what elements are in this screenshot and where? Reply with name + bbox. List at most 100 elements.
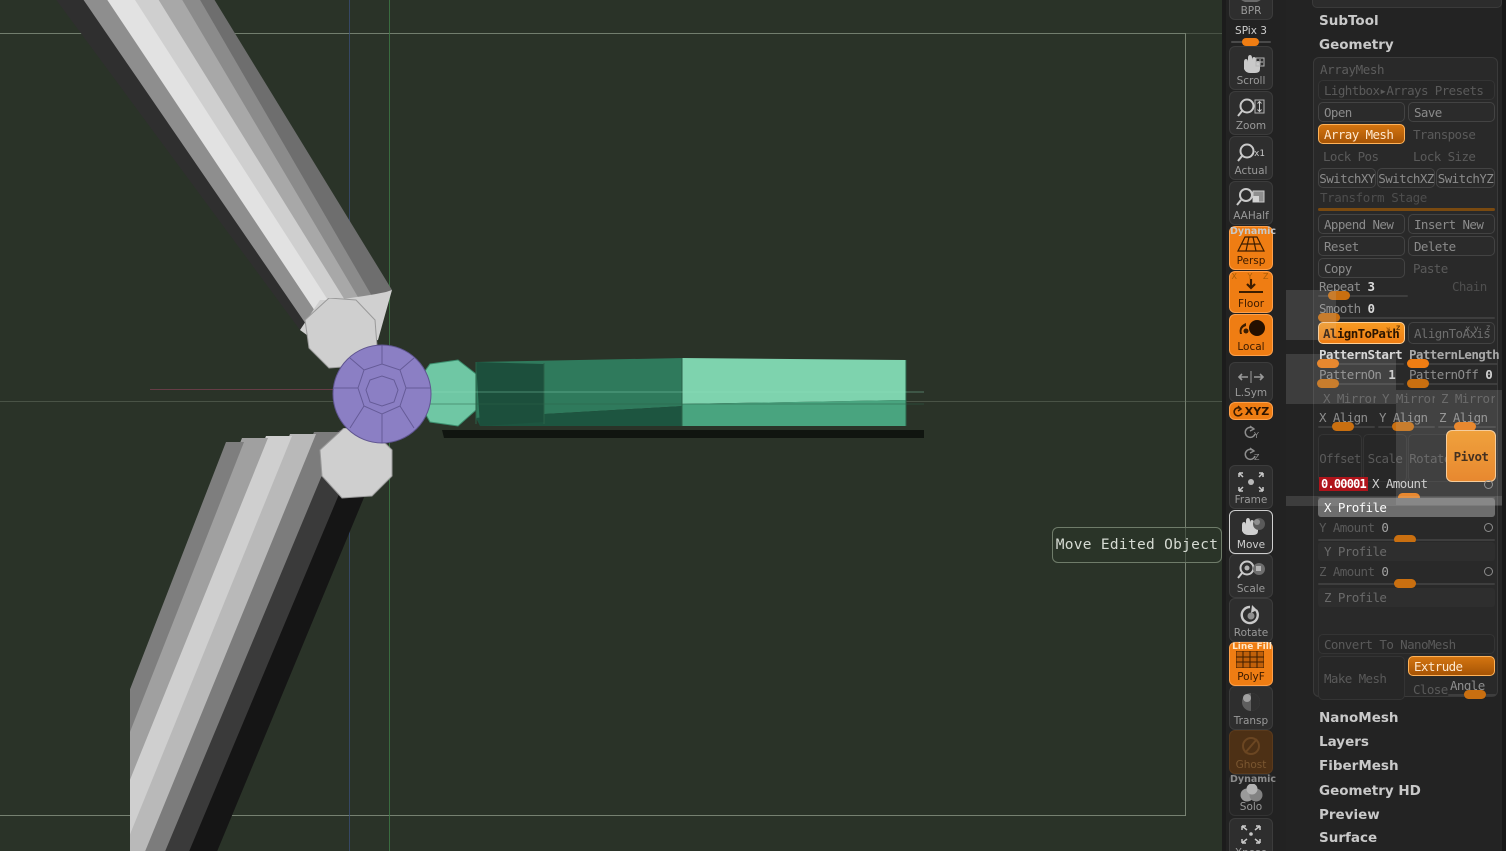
copy-button[interactable]: Copy: [1318, 258, 1405, 278]
delete-button[interactable]: Delete: [1408, 236, 1495, 256]
palette-preview[interactable]: Preview: [1286, 807, 1506, 823]
scroll-label: Scroll: [1236, 75, 1266, 87]
smooth-knob[interactable]: [1318, 313, 1340, 322]
local-pivot-icon: [1236, 318, 1266, 342]
palette-subtool[interactable]: SubTool: [1286, 13, 1506, 29]
polyf-button[interactable]: Line Fill PolyF: [1229, 642, 1273, 686]
save-button[interactable]: Save: [1408, 102, 1495, 122]
open-button[interactable]: Open: [1318, 102, 1405, 122]
solo-button[interactable]: Dynamic Solo: [1229, 774, 1276, 816]
array-mesh-toggle[interactable]: Array Mesh: [1318, 124, 1405, 144]
close-button[interactable]: Close: [1408, 678, 1451, 700]
extrude-button[interactable]: Extrude: [1408, 656, 1495, 676]
aahalf-button[interactable]: AAHalf: [1229, 181, 1273, 225]
lock-size-button[interactable]: Lock Size: [1408, 146, 1495, 166]
palette-fibermesh[interactable]: FiberMesh: [1286, 758, 1506, 774]
rotate-xyz-icon: [1233, 405, 1243, 417]
scale-button[interactable]: Scale: [1229, 554, 1273, 598]
panel-top-strip: [1312, 0, 1502, 8]
ghost-button[interactable]: Ghost: [1229, 730, 1273, 774]
convert-to-nanomesh-button[interactable]: Convert To NanoMesh: [1318, 634, 1495, 654]
x-profile-bar[interactable]: X Profile: [1318, 498, 1495, 517]
pattern-on-knob[interactable]: [1317, 379, 1339, 388]
x-align-knob[interactable]: [1332, 422, 1354, 431]
xpose-button[interactable]: Xpose: [1229, 818, 1273, 851]
offset-button[interactable]: Offset: [1318, 434, 1362, 482]
magnifier-updown-icon: [1236, 97, 1266, 121]
palette-surface[interactable]: Surface: [1286, 830, 1506, 846]
rotate-z-button[interactable]: Z: [1229, 446, 1273, 465]
y-mirror-button[interactable]: Y Mirror: [1377, 388, 1435, 408]
ghost-label: Ghost: [1235, 759, 1267, 771]
scroll-button[interactable]: Scroll: [1229, 46, 1273, 90]
local-button[interactable]: Local: [1229, 314, 1273, 356]
pattern-off-value: 0: [1485, 367, 1493, 382]
chain-button[interactable]: Chain: [1447, 276, 1495, 296]
align-to-axis-axes: x y: [1465, 324, 1478, 333]
edited-beam[interactable]: [419, 352, 924, 442]
arraymesh-group: ArrayMesh Lightbox▸Arrays Presets Open S…: [1313, 57, 1500, 700]
palette-geometry-hd[interactable]: Geometry HD: [1286, 783, 1506, 799]
zoom-button[interactable]: Zoom: [1229, 91, 1273, 135]
palette-geometry[interactable]: Geometry: [1286, 37, 1506, 53]
palette-layers[interactable]: Layers: [1286, 734, 1506, 750]
z-profile-bar[interactable]: Z Profile: [1318, 588, 1495, 607]
xyz-button[interactable]: XYZ: [1229, 402, 1273, 420]
palette-nanomesh[interactable]: NanoMesh: [1286, 710, 1506, 726]
paste-button[interactable]: Paste: [1408, 258, 1495, 278]
spix-knob[interactable]: [1242, 38, 1259, 46]
frame-button[interactable]: Frame: [1229, 465, 1273, 509]
bpr-label: BPR: [1240, 5, 1262, 17]
switchxy-button[interactable]: SwitchXY: [1318, 168, 1376, 188]
rotate-y-button[interactable]: Y: [1229, 424, 1273, 443]
pivot-sphere[interactable]: [332, 344, 432, 444]
bpr-render-button[interactable]: BPR: [1229, 0, 1273, 20]
floor-button[interactable]: X Y Z Floor: [1229, 271, 1273, 313]
y-amount-label: Y Amount: [1319, 520, 1375, 535]
floor-label: Floor: [1237, 298, 1265, 310]
make-mesh-button[interactable]: Make Mesh: [1318, 656, 1405, 700]
reset-button[interactable]: Reset: [1318, 236, 1405, 256]
y-amount-reset-icon[interactable]: [1484, 523, 1493, 532]
append-new-button[interactable]: Append New: [1318, 214, 1405, 234]
lsym-button[interactable]: L.Sym: [1229, 362, 1273, 402]
persp-button[interactable]: Dynamic Persp: [1229, 226, 1276, 270]
switchxz-button[interactable]: SwitchXZ: [1377, 168, 1435, 188]
switchyz-button[interactable]: SwitchYZ: [1436, 168, 1495, 188]
pattern-off-knob[interactable]: [1407, 379, 1429, 388]
transpose-button[interactable]: Transpose: [1408, 124, 1495, 144]
z-amount-reset-icon[interactable]: [1484, 567, 1493, 576]
aahalf-label: AAHalf: [1233, 210, 1269, 222]
align-to-axis-button[interactable]: AlignToAxis x y z: [1408, 322, 1495, 344]
align-to-path-axis-x: x: [1385, 325, 1391, 334]
lightbox-arrays-presets-button[interactable]: Lightbox▸Arrays Presets: [1318, 80, 1495, 100]
lock-pos-button[interactable]: Lock Pos: [1318, 146, 1405, 166]
angle-knob[interactable]: [1464, 690, 1486, 699]
actual-button[interactable]: x1 Actual: [1229, 136, 1273, 180]
y-profile-bar[interactable]: Y Profile: [1318, 542, 1495, 561]
rotate-z-icon: Z: [1244, 447, 1260, 462]
align-to-path-button[interactable]: AlignToPath x z: [1318, 322, 1405, 344]
xpose-arrows-icon: [1236, 824, 1266, 848]
move-button[interactable]: Move: [1229, 510, 1273, 554]
scale-mode-button[interactable]: Scale: [1363, 434, 1407, 482]
x-amount-reset-icon[interactable]: [1484, 480, 1493, 489]
svg-text:Z: Z: [1254, 453, 1260, 462]
zoom-label: Zoom: [1235, 120, 1267, 132]
x-amount-value[interactable]: 0.00001: [1319, 477, 1368, 491]
transform-stage-bar[interactable]: [1318, 208, 1495, 211]
x-mirror-button[interactable]: X Mirror: [1318, 388, 1376, 408]
rotate-gizmo-icon: [1236, 604, 1266, 628]
repeat-knob[interactable]: [1328, 291, 1350, 300]
transp-button[interactable]: Transp: [1229, 686, 1273, 730]
panel-scrollbar[interactable]: [1502, 0, 1506, 851]
insert-new-button[interactable]: Insert New: [1408, 214, 1495, 234]
z-amount-knob[interactable]: [1394, 579, 1416, 588]
pivot-button[interactable]: Pivot: [1446, 430, 1496, 482]
z-mirror-button[interactable]: Z Mirror: [1436, 388, 1495, 408]
rotate-button[interactable]: Rotate: [1229, 598, 1273, 642]
spix-slider[interactable]: SPix 3: [1231, 25, 1271, 46]
y-align-knob[interactable]: [1392, 422, 1414, 431]
document-canvas[interactable]: Move Edited Object: [0, 0, 1222, 851]
perspective-grid-icon: [1236, 232, 1266, 256]
